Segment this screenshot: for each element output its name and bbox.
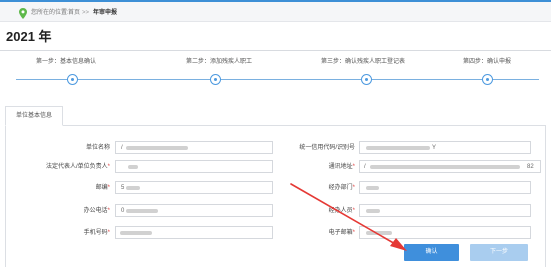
- mobile-label: 手机号码*: [83, 230, 110, 236]
- email-label: 电子邮箱*: [328, 230, 355, 236]
- breadcrumb-location-label: 您所在的位置:: [31, 10, 69, 16]
- office-phone-field[interactable]: 0: [115, 204, 273, 217]
- redacted-text: [366, 231, 392, 235]
- redacted-text: [366, 209, 380, 213]
- step-1-label: 第一步：基本信息确认: [36, 59, 97, 65]
- unit-name-value: /: [121, 145, 123, 151]
- credit-code-field[interactable]: Y: [359, 141, 531, 154]
- redacted-text: [366, 186, 379, 190]
- handler-label: 经办人员*: [328, 208, 355, 214]
- page-title: 2021 年: [6, 29, 52, 44]
- postcode-label: 邮编*: [95, 185, 110, 191]
- tab-unit-basic-info[interactable]: 单位基本信息: [5, 106, 63, 126]
- credit-code-value: Y: [432, 145, 437, 151]
- step-2-label: 第二步：添加残疾人职工: [186, 59, 253, 65]
- postcode-value: 5: [121, 185, 125, 191]
- step-4-label: 第四步：确认申报: [463, 59, 512, 65]
- email-field[interactable]: [359, 226, 531, 239]
- legal-rep-field[interactable]: [115, 160, 273, 173]
- step-3-marker: [361, 74, 372, 85]
- breadcrumb-home-link[interactable]: 首页: [68, 9, 80, 17]
- unit-name-label: 单位名称: [85, 145, 110, 151]
- department-field[interactable]: [359, 181, 531, 194]
- mobile-field[interactable]: [115, 226, 273, 239]
- breadcrumb: 您所在的位置: 首页 >> 年审申报: [0, 2, 551, 22]
- step-3-label: 第三步：确认残疾人职工登记表: [321, 59, 406, 65]
- steps-progress-line: [16, 79, 539, 80]
- title-divider: [0, 50, 551, 51]
- redacted-text: [366, 146, 430, 150]
- next-step-button[interactable]: 下一步: [470, 244, 528, 261]
- step-4-marker: [482, 74, 493, 85]
- legal-rep-label: 法定代表人/单位负责人*: [45, 164, 110, 170]
- unit-name-field[interactable]: /: [115, 141, 273, 154]
- confirm-button[interactable]: 确认: [404, 244, 459, 261]
- step-2-marker: [210, 74, 221, 85]
- breadcrumb-separator: >>: [82, 10, 90, 16]
- redacted-text: [120, 231, 152, 235]
- redacted-text: [126, 146, 188, 150]
- office-phone-value: 0: [121, 208, 125, 214]
- postcode-field[interactable]: 5: [115, 181, 273, 194]
- address-value-start: /: [364, 164, 366, 170]
- redacted-text: [126, 209, 158, 213]
- breadcrumb-current: 年审申报: [93, 10, 118, 16]
- redacted-text: [128, 165, 138, 169]
- map-pin-icon: [19, 8, 27, 19]
- handler-field[interactable]: [359, 204, 531, 217]
- step-1-marker: [67, 74, 78, 85]
- office-phone-label: 办公电话*: [83, 208, 110, 214]
- redacted-text: [126, 186, 140, 190]
- address-label: 通讯地址*: [328, 164, 355, 170]
- address-field[interactable]: / 82: [359, 160, 541, 173]
- address-value-end: 82: [527, 164, 534, 170]
- department-label: 经办部门*: [328, 185, 355, 191]
- redacted-text: [370, 165, 520, 169]
- credit-code-label: 统一信用代码/识别号: [299, 145, 355, 151]
